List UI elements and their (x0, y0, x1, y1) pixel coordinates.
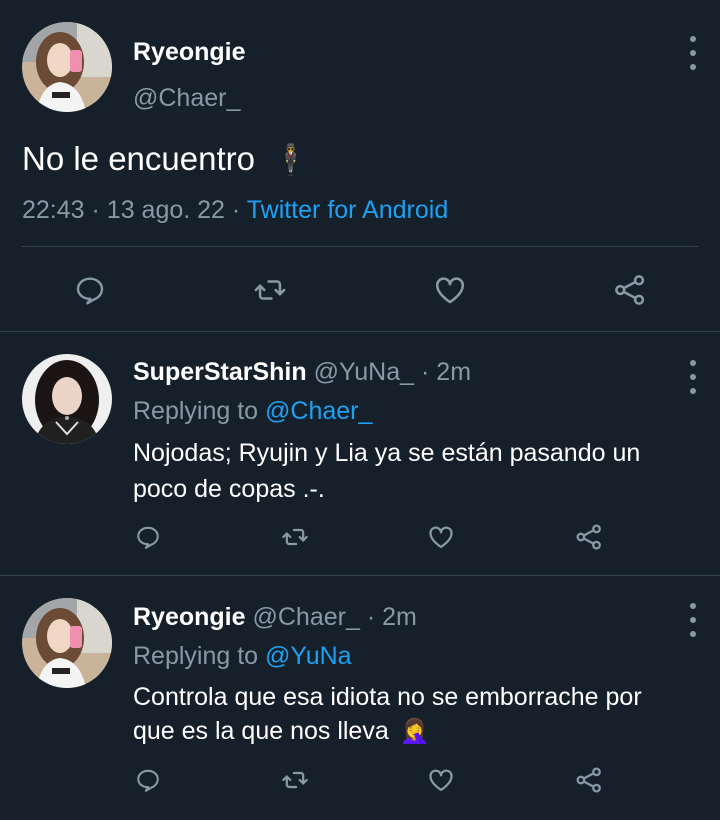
replying-prefix: Replying to (133, 397, 259, 425)
reply-button[interactable] (133, 522, 163, 552)
replying-prefix: Replying to (133, 642, 259, 670)
tweet-date: 13 ago. 22 (106, 196, 225, 224)
display-name[interactable]: Ryeongie (133, 603, 246, 631)
share-button[interactable] (574, 522, 604, 552)
replying-to: Replying to @Chaer_ (133, 397, 372, 426)
divider (0, 575, 720, 576)
reply-text-line: Controla que esa idiota no se emborrache… (133, 683, 642, 711)
retweet-button[interactable] (280, 765, 310, 795)
reply-text-line: poco de copas .-. (133, 475, 325, 503)
reply-text-line: que es la que nos lleva 🤦‍♀️ (133, 717, 430, 746)
meta-separator: · (91, 196, 100, 224)
reply-icon (137, 769, 159, 792)
display-name[interactable]: Ryeongie (133, 38, 246, 67)
reply-timestamp: · 2m (421, 358, 472, 386)
tweet-meta: 22:43 · 13 ago. 22 · Twitter for Android (22, 196, 448, 225)
like-icon (429, 526, 453, 549)
like-icon (435, 277, 465, 304)
more-options-icon[interactable] (683, 36, 703, 70)
retweet-icon (254, 280, 286, 300)
user-handle[interactable]: @Chaer_ (252, 603, 359, 631)
reply-icon (76, 277, 104, 305)
meta-separator: · (231, 196, 241, 224)
mention-link[interactable]: @YuNa (265, 642, 352, 670)
tweet-text: No le encuentro 🕴 (22, 140, 310, 178)
divider (22, 246, 698, 247)
like-button[interactable] (426, 522, 456, 552)
share-icon (576, 524, 601, 550)
like-button[interactable] (430, 270, 470, 310)
like-button[interactable] (426, 765, 456, 795)
user-handle[interactable]: @YuNa_ (314, 358, 414, 386)
reply-text-line: Nojodas; Ryujin y Lia ya se están pasand… (133, 439, 641, 467)
avatar[interactable] (22, 22, 112, 112)
retweet-button[interactable] (280, 522, 310, 552)
reply-header: SuperStarShin @YuNa_ · 2m (133, 358, 471, 387)
user-handle[interactable]: @Chaer_ (133, 84, 240, 113)
facepalm-emoji: 🤦‍♀️ (399, 718, 430, 745)
reply-timestamp: · 2m (366, 603, 417, 631)
share-icon (576, 767, 601, 793)
avatar[interactable] (22, 598, 112, 688)
mention-link[interactable]: @Chaer_ (265, 397, 372, 425)
replying-to: Replying to @YuNa (133, 642, 352, 671)
tweet-time: 22:43 (22, 196, 85, 224)
tweet-source-link[interactable]: Twitter for Android (247, 196, 448, 224)
like-icon (429, 769, 453, 792)
share-icon (615, 275, 645, 305)
reply-text-line-body: que es la que nos lleva (133, 717, 389, 745)
retweet-button[interactable] (250, 270, 290, 310)
more-options-icon[interactable] (683, 603, 703, 637)
display-name[interactable]: SuperStarShin (133, 358, 307, 386)
avatar[interactable] (22, 354, 112, 444)
share-button[interactable] (574, 765, 604, 795)
reply-button[interactable] (70, 270, 110, 310)
retweet-icon (282, 771, 308, 789)
businessman-emoji: 🕴 (272, 144, 310, 177)
retweet-icon (282, 528, 308, 546)
reply-header: Ryeongie @Chaer_ · 2m (133, 603, 417, 632)
reply-icon (137, 526, 159, 549)
share-button[interactable] (610, 270, 650, 310)
reply-button[interactable] (133, 765, 163, 795)
divider (0, 331, 720, 332)
more-options-icon[interactable] (683, 360, 703, 394)
tweet-text-body: No le encuentro (22, 140, 255, 177)
